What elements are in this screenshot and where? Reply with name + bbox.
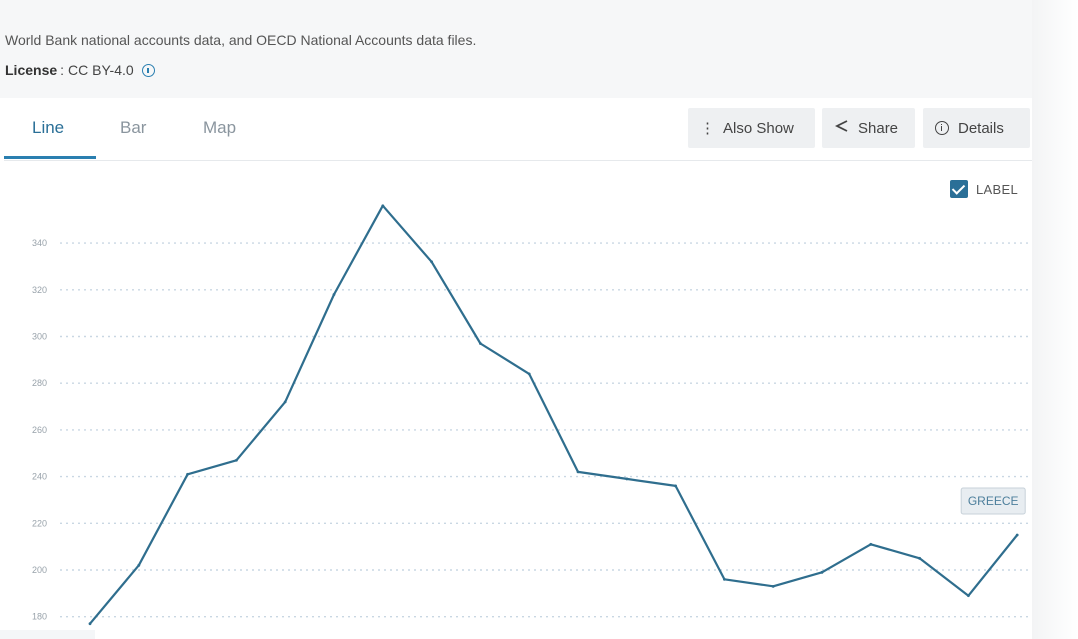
data-point-17 (918, 556, 921, 560)
data-point-14 (771, 584, 775, 588)
data-point-4 (283, 400, 287, 404)
license-line: License : CC BY-4.0 (5, 62, 155, 78)
data-point-12 (674, 484, 677, 488)
y-tick-label: 200 (32, 565, 47, 575)
data-point-8 (479, 342, 482, 345)
series-line-greece (89, 204, 1019, 625)
data-point-15 (820, 570, 824, 574)
y-tick-label: 280 (32, 378, 47, 388)
y-tick-label: 220 (32, 518, 47, 528)
data-point-2 (186, 472, 190, 476)
y-tick-label: 340 (32, 238, 47, 248)
data-point-11 (625, 477, 629, 481)
y-tick-label: 180 (32, 612, 47, 622)
data-point-13 (723, 577, 726, 581)
footer-strip (0, 630, 95, 639)
series-label-text: GREECE (968, 494, 1019, 508)
dataset-description: World Bank national accounts data, and O… (5, 32, 477, 48)
data-point-7 (430, 260, 433, 264)
data-point-16 (869, 542, 873, 546)
data-point-19 (1015, 533, 1019, 537)
license-label: License (5, 62, 58, 78)
y-tick-label: 240 (32, 472, 47, 482)
data-point-6 (381, 204, 385, 208)
data-point-1 (137, 563, 141, 567)
data-point-5 (332, 293, 336, 296)
y-tick-label: 320 (32, 285, 47, 295)
page-margin (1032, 0, 1078, 639)
license-info-icon[interactable] (141, 63, 155, 77)
y-tick-label: 300 (32, 332, 47, 342)
data-point-3 (235, 458, 238, 462)
chart-panel: Line Bar Map ⋮ Also Show Share Details L… (4, 98, 1032, 639)
line-chart: 180 200 220 240 260 280 300 320 340 GREECE (32, 204, 1032, 626)
data-point-9 (527, 372, 531, 376)
data-point-10 (576, 470, 580, 474)
license-colon: : (60, 62, 65, 78)
dataset-info-area (0, 0, 1032, 98)
data-point-18 (967, 594, 970, 598)
data-point-0 (88, 622, 92, 626)
license-value: CC BY-4.0 (68, 62, 134, 78)
y-tick-label: 260 (32, 425, 47, 435)
